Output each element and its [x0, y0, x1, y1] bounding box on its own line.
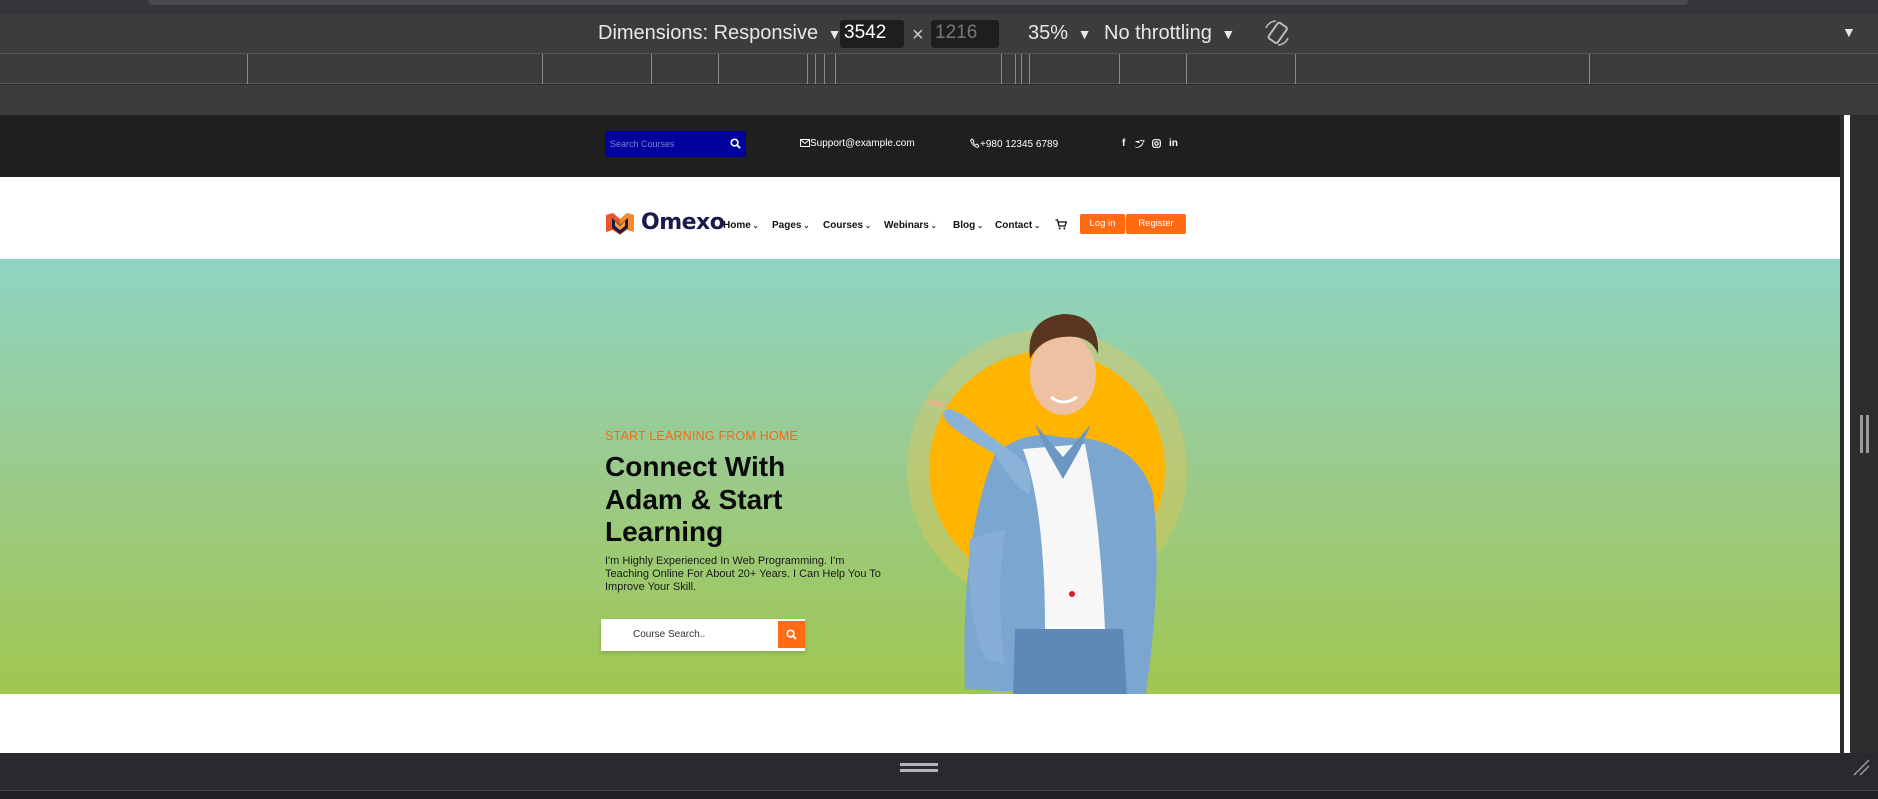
twitter-icon[interactable] [1134, 139, 1145, 148]
hero-eyebrow: START LEARNING FROM HOME [605, 429, 799, 443]
times-sign: × [912, 24, 924, 46]
chevron-down-icon: ⌄ [803, 223, 810, 230]
bottom-resize-handle[interactable] [900, 763, 938, 766]
ruler-tick [824, 54, 825, 84]
site-navbar: Omexo Home ⌄ Pages ⌄ Courses ⌄ Webinars ⌄ Bl… [0, 177, 1840, 259]
login-button[interactable]: Log in [1080, 214, 1125, 234]
ruler-tick [815, 54, 816, 84]
right-resize-handle-line [1866, 415, 1869, 453]
chevron-down-icon: ⌄ [977, 223, 984, 230]
emulated-viewport: Search Courses Support@example.com +980 … [0, 115, 1840, 753]
nav-label: Contact [995, 220, 1033, 231]
topbar-search-input[interactable]: Search Courses [605, 131, 746, 157]
dimensions-label: Dimensions: Responsive [598, 22, 819, 44]
nav-label: Home [723, 220, 751, 231]
ruler-tick [1295, 54, 1296, 84]
media-query-ruler [0, 54, 1878, 84]
logo-icon[interactable] [604, 212, 636, 236]
more-options-icon[interactable]: ▼ [1842, 24, 1856, 40]
ruler-tick [718, 54, 719, 84]
right-resize-handle[interactable] [1860, 415, 1863, 453]
chevron-down-icon: ⌄ [752, 223, 759, 230]
facebook-icon[interactable]: f [1122, 138, 1125, 149]
ruler-tick [1015, 54, 1016, 84]
linkedin-icon[interactable]: in [1169, 138, 1178, 149]
nav-item-courses[interactable]: Courses ⌄ [823, 220, 871, 231]
nav-item-contact[interactable]: Contact ⌄ [995, 220, 1040, 231]
nav-item-webinars[interactable]: Webinars ⌄ [884, 220, 937, 231]
cart-icon[interactable] [1055, 219, 1067, 230]
hero-search-placeholder: Course Search.. [633, 629, 706, 640]
device-toolbar: Dimensions: Responsive ▼ 3542 × 1216 35%… [0, 14, 1878, 54]
ruler-tick [1001, 54, 1002, 84]
ruler-tick [1021, 54, 1022, 84]
ruler-tick [651, 54, 652, 84]
address-bar-edge [148, 0, 1688, 5]
email-text: Support@example.com [810, 138, 915, 149]
nav-label: Pages [772, 220, 802, 231]
ruler-tick [807, 54, 808, 84]
register-button[interactable]: Register [1126, 214, 1186, 234]
viewport-right-gutter [1840, 115, 1878, 753]
hero-search-button[interactable] [778, 621, 805, 648]
height-input[interactable]: 1216 [931, 20, 999, 48]
nav-item-home[interactable]: Home ⌄ [723, 220, 759, 231]
chevron-down-icon: ⌄ [865, 223, 871, 230]
phone-icon [969, 138, 980, 149]
search-icon [786, 629, 797, 640]
ruler-tick [542, 54, 543, 84]
nav-label: Blog [953, 220, 976, 231]
ruler-tick [1589, 54, 1590, 84]
bottom-resize-handle-line [900, 769, 938, 772]
ruler-tick [247, 54, 248, 84]
throttling-label: No throttling [1104, 22, 1212, 44]
zoom-dropdown[interactable]: 35% ▼ [1028, 22, 1091, 45]
dimensions-dropdown[interactable]: Dimensions: Responsive ▼ [598, 22, 842, 45]
throttling-dropdown[interactable]: No throttling ▼ [1104, 22, 1235, 45]
zoom-label: 35% [1028, 22, 1069, 44]
instructor-photo [907, 314, 1187, 694]
instagram-icon[interactable] [1152, 139, 1161, 148]
hero-course-search[interactable]: Course Search.. [601, 619, 805, 651]
rotate-icon [1265, 20, 1289, 46]
width-input[interactable]: 3542 [840, 20, 904, 48]
ruler-tick [1119, 54, 1120, 84]
site-topbar: Search Courses Support@example.com +980 … [0, 115, 1840, 177]
topbar-search-placeholder: Search Courses [610, 139, 675, 149]
ruler-tick [1029, 54, 1030, 84]
resize-grip-icon[interactable] [1852, 758, 1870, 776]
hero-title: Connect With Adam & Start Learning [605, 451, 786, 547]
hero-description: I'm Highly Experienced In Web Programmin… [605, 555, 881, 593]
devtools-panel-tabs [0, 790, 1878, 799]
mail-icon [800, 139, 810, 147]
chevron-down-icon: ▼ [1221, 26, 1236, 42]
brand-logo[interactable]: Omexo [641, 210, 725, 235]
ruler-tick [835, 54, 836, 84]
chevron-down-icon: ⌄ [1034, 223, 1041, 230]
nav-label: Webinars [884, 220, 929, 231]
pixel-ruler [0, 85, 1878, 115]
nav-item-blog[interactable]: Blog ⌄ [953, 220, 983, 231]
topbar-email[interactable]: Support@example.com [800, 138, 915, 149]
rotate-button[interactable] [1262, 18, 1292, 54]
nav-item-pages[interactable]: Pages ⌄ [772, 220, 809, 231]
chevron-down-icon: ⌄ [930, 223, 937, 230]
ruler-tick [1186, 54, 1187, 84]
topbar-phone[interactable]: +980 12345 6789 [969, 138, 1059, 150]
page-below-hero [0, 694, 1840, 753]
search-icon[interactable] [730, 138, 741, 149]
chevron-down-icon: ▼ [1077, 26, 1092, 42]
browser-top-strip [0, 0, 1878, 14]
phone-text: +980 12345 6789 [980, 139, 1059, 150]
nav-label: Courses [823, 220, 864, 231]
hero-banner: START LEARNING FROM HOME Connect With Ad… [0, 259, 1840, 694]
viewport-edge [1844, 115, 1850, 753]
